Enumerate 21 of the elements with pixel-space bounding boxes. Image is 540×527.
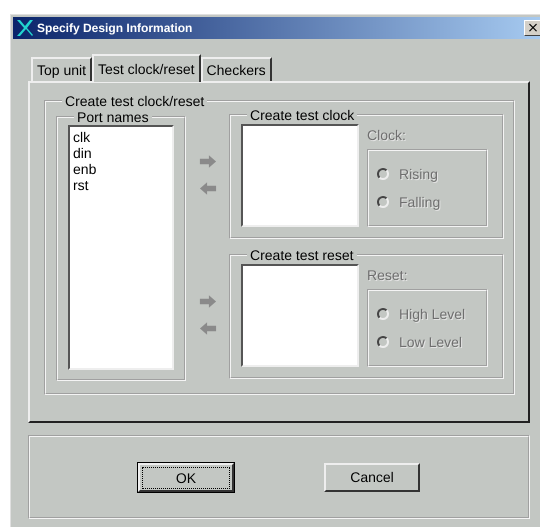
tab[interactable]: Top unit (31, 57, 92, 81)
list-item[interactable]: rst (73, 177, 169, 193)
group-title: Create test clock/reset (64, 93, 206, 109)
list-item[interactable]: clk (73, 129, 169, 145)
dialog-button[interactable]: OK (138, 462, 234, 492)
port-list[interactable]: clk din enb rst (68, 125, 174, 370)
dialog-button[interactable]: Cancel (324, 462, 420, 492)
group-title: Create test clock (249, 107, 356, 123)
option-label: Clock: (367, 127, 407, 143)
group-title: Create test reset (249, 247, 354, 263)
tab[interactable]: Test clock/reset (92, 54, 201, 82)
close-button[interactable]: × (524, 20, 540, 36)
window-title: Specify Design Information (37, 21, 194, 35)
x-logo-icon (16, 19, 34, 37)
list-box[interactable] (241, 264, 359, 367)
list-item[interactable]: enb (73, 161, 169, 177)
list-box[interactable] (241, 124, 359, 227)
tab[interactable]: Checkers (200, 57, 272, 81)
group-title: Port names (76, 109, 150, 125)
option-label: Reset: (367, 267, 408, 283)
list-item[interactable]: din (73, 145, 169, 161)
